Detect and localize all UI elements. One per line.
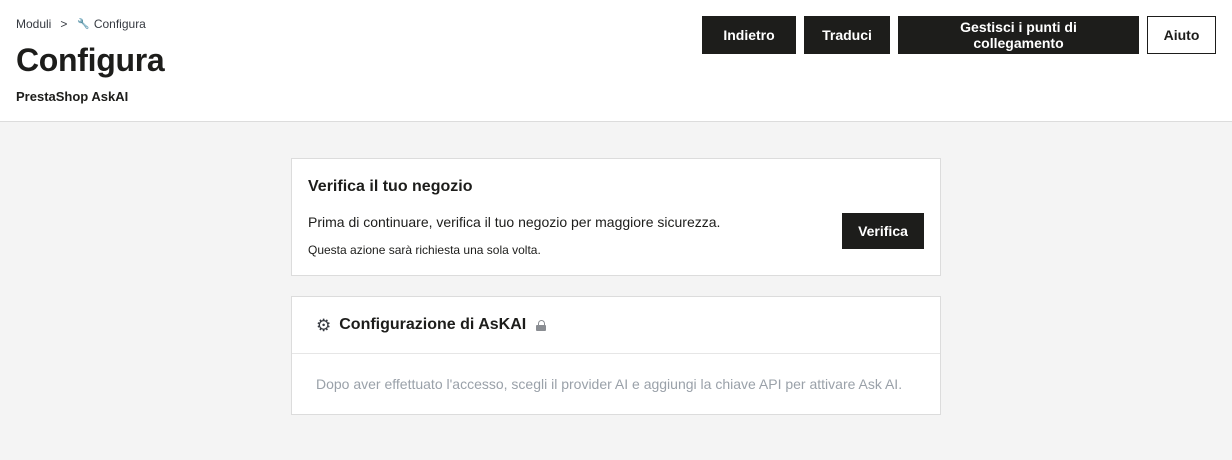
- manage-hooks-button[interactable]: Gestisci i punti di collegamento: [898, 16, 1139, 54]
- verify-card-text: Prima di continuare, verifica il tuo neg…: [308, 214, 721, 230]
- verify-button[interactable]: Verifica: [842, 213, 924, 249]
- page-subtitle: PrestaShop AskAI: [16, 89, 129, 104]
- verify-card-note: Questa azione sarà richiesta una sola vo…: [308, 243, 541, 257]
- back-button[interactable]: Indietro: [702, 16, 796, 54]
- translate-button[interactable]: Traduci: [804, 16, 890, 54]
- verify-shop-card: Verifica il tuo negozio Prima di continu…: [291, 158, 941, 276]
- breadcrumb: Moduli > 🔧 Configura: [16, 17, 146, 31]
- breadcrumb-separator: >: [60, 17, 68, 31]
- verify-card-title: Verifica il tuo negozio: [308, 178, 473, 195]
- help-button[interactable]: Aiuto: [1147, 16, 1216, 54]
- breadcrumb-current: Configura: [93, 17, 146, 31]
- askai-config-card: ⚙ Configurazione di AsKAI Dopo aver effe…: [291, 296, 941, 415]
- wrench-icon: 🔧: [77, 18, 90, 30]
- page-title: Configura: [16, 42, 165, 78]
- toolbar: Indietro Traduci Gestisci i punti di col…: [702, 16, 1216, 54]
- page-header: Moduli > 🔧 Configura Configura PrestaSho…: [0, 0, 1232, 122]
- breadcrumb-link-modules[interactable]: Moduli: [16, 17, 51, 31]
- config-card-title: Configurazione di AsKAI: [339, 316, 527, 333]
- gear-icon: ⚙: [316, 315, 332, 335]
- lock-icon: [536, 319, 547, 331]
- config-card-message: Dopo aver effettuato l'accesso, scegli i…: [316, 376, 903, 392]
- config-card-header: ⚙ Configurazione di AsKAI: [292, 297, 940, 354]
